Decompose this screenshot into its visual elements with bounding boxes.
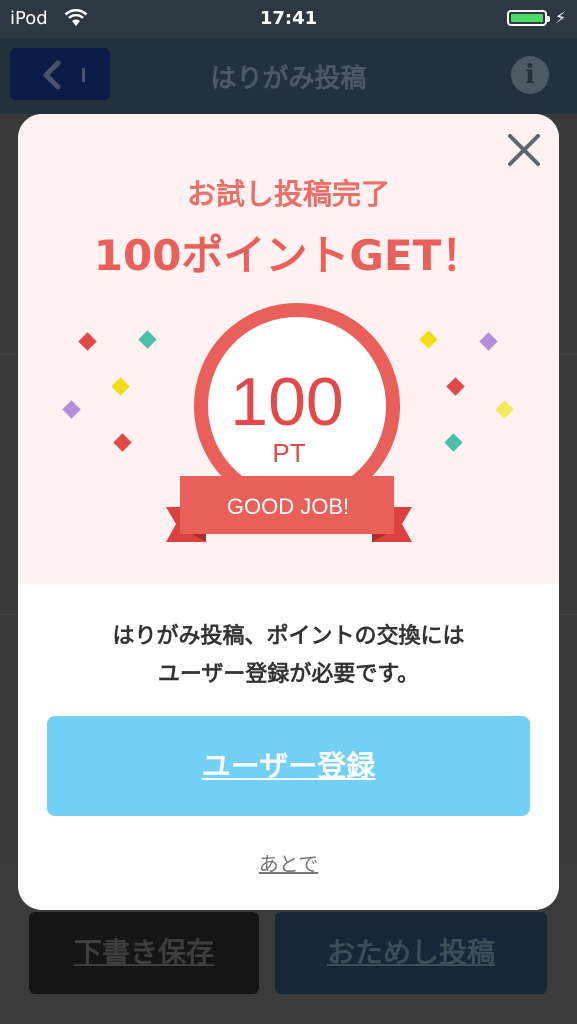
badge-value: 100 <box>230 364 343 440</box>
badge-ribbon-label: GOOD JOB! <box>227 494 349 519</box>
charging-icon: ⚡ <box>555 8 567 27</box>
later-link[interactable]: あとで <box>18 848 559 877</box>
points-badge: 100 PT GOOD JOB! <box>62 303 514 542</box>
trial-post-button[interactable]: おためし投稿 <box>275 912 547 994</box>
message-line: ユーザー登録が必要です。 <box>157 662 420 687</box>
message-line: はりがみ投稿、ポイントの交換には <box>112 624 465 649</box>
status-bar: iPod 17:41 ⚡ <box>0 0 577 38</box>
info-icon[interactable]: i <box>511 56 549 94</box>
page-title: はりがみ投稿 <box>210 64 367 94</box>
clock: 17:41 <box>259 8 318 29</box>
badge-unit: PT <box>272 438 305 468</box>
save-draft-button[interactable]: 下書き保存 <box>29 912 259 994</box>
battery-icon <box>507 10 550 26</box>
registration-message: はりがみ投稿、ポイントの交換には ユーザー登録が必要です。 <box>18 618 559 694</box>
register-button[interactable]: ユーザー登録 <box>47 716 530 816</box>
navigation-bar: はりがみ投稿 i <box>0 38 577 114</box>
points-modal: お試し投稿完了 100ポイントGET！ 100 PT GOOD JOB! はりが… <box>18 114 559 910</box>
